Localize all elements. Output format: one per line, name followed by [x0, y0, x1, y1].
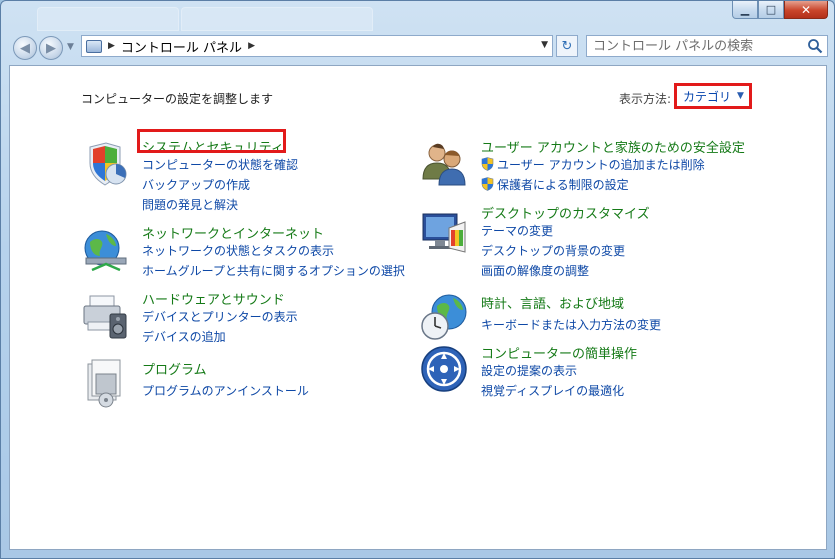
network-internet-icon[interactable] — [80, 226, 130, 276]
category-title-hardware-sound[interactable]: ハードウェアとサウンド — [142, 289, 285, 308]
background-tab — [181, 7, 373, 31]
hardware-sound-icon[interactable] — [80, 292, 130, 342]
ease-of-access-icon[interactable] — [419, 344, 469, 394]
dropdown-arrow-icon: ▼ — [737, 91, 744, 101]
forward-arrow-icon: ▶ — [46, 40, 56, 56]
control-panel-window: ▁ □ ✕ ◀ ▶ ▼ ▶ コントロール パネル ▶ ▼ ↻ コンピューターの設… — [0, 0, 835, 559]
clock-region-icon[interactable] — [419, 292, 469, 342]
breadcrumb-separator-icon[interactable]: ▶ — [108, 41, 115, 51]
search-icon[interactable] — [807, 38, 823, 54]
link-optimize-visual-display[interactable]: 視覚ディスプレイの最適化 — [481, 382, 624, 399]
close-button[interactable]: ✕ — [784, 1, 828, 19]
view-by-value: カテゴリ — [683, 89, 732, 104]
user-accounts-icon[interactable] — [419, 139, 469, 189]
breadcrumb-control-panel[interactable]: コントロール パネル — [121, 37, 242, 56]
link-check-computer-status[interactable]: コンピューターの状態を確認 — [142, 156, 298, 173]
category-title-ease-of-access[interactable]: コンピューターの簡単操作 — [481, 343, 637, 362]
address-bar[interactable]: ▶ コントロール パネル ▶ ▼ — [81, 35, 553, 57]
system-security-icon[interactable] — [80, 139, 130, 189]
back-button[interactable]: ◀ — [13, 36, 37, 60]
uac-shield-icon — [481, 177, 494, 191]
minimize-icon: ▁ — [740, 3, 750, 16]
link-change-theme[interactable]: テーマの変更 — [481, 222, 553, 239]
page-subtitle: コンピューターの設定を調整します — [81, 92, 274, 106]
link-change-keyboard-input[interactable]: キーボードまたは入力方法の変更 — [481, 316, 661, 333]
control-panel-icon — [86, 39, 102, 53]
category-title-network-internet[interactable]: ネットワークとインターネット — [142, 223, 324, 242]
programs-icon[interactable] — [80, 358, 130, 408]
highlight-system-security — [137, 129, 286, 153]
link-homegroup-sharing-options[interactable]: ホームグループと共有に関するオプションの選択 — [142, 262, 405, 279]
view-by-dropdown[interactable]: カテゴリ ▼ — [674, 83, 752, 109]
link-find-fix-problems[interactable]: 問題の発見と解決 — [142, 196, 238, 213]
category-title-clock-region[interactable]: 時計、言語、および地域 — [481, 293, 624, 312]
link-suggested-settings[interactable]: 設定の提案の表示 — [481, 362, 577, 379]
back-arrow-icon: ◀ — [20, 40, 30, 56]
maximize-icon: □ — [765, 3, 777, 16]
link-create-backup[interactable]: バックアップの作成 — [142, 176, 250, 193]
maximize-button[interactable]: □ — [758, 1, 784, 19]
close-icon: ✕ — [800, 2, 812, 17]
link-network-status-tasks[interactable]: ネットワークの状態とタスクの表示 — [142, 242, 334, 259]
appearance-icon[interactable] — [419, 208, 469, 258]
forward-button[interactable]: ▶ — [39, 36, 63, 60]
link-uninstall-program[interactable]: プログラムのアンインストール — [142, 382, 309, 399]
refresh-button[interactable]: ↻ — [556, 35, 578, 57]
recent-pages-dropdown-icon[interactable]: ▼ — [67, 42, 74, 52]
search-input[interactable] — [586, 35, 828, 57]
link-parental-controls[interactable]: 保護者による制限の設定 — [481, 176, 629, 193]
refresh-icon: ↻ — [561, 38, 573, 54]
link-add-remove-user-accounts[interactable]: ユーザー アカウントの追加または削除 — [481, 156, 705, 173]
category-title-appearance[interactable]: デスクトップのカスタマイズ — [481, 203, 650, 222]
content-panel: コンピューターの設定を調整します 表示方法: カテゴリ ▼ システムとセキュリテ… — [9, 65, 827, 550]
link-add-device[interactable]: デバイスの追加 — [142, 328, 226, 345]
view-by-label: 表示方法: — [619, 92, 672, 106]
link-add-remove-user-accounts-label: ユーザー アカウントの追加または削除 — [497, 158, 705, 172]
link-adjust-screen-resolution[interactable]: 画面の解像度の調整 — [481, 262, 589, 279]
link-devices-printers[interactable]: デバイスとプリンターの表示 — [142, 308, 298, 325]
minimize-button[interactable]: ▁ — [732, 1, 758, 19]
category-title-programs[interactable]: プログラム — [142, 359, 207, 378]
caption-buttons: ▁ □ ✕ — [732, 1, 828, 19]
address-dropdown-icon[interactable]: ▼ — [541, 40, 548, 50]
background-tab — [37, 7, 179, 31]
link-parental-controls-label: 保護者による制限の設定 — [497, 178, 629, 192]
uac-shield-icon — [481, 157, 494, 171]
category-title-user-accounts[interactable]: ユーザー アカウントと家族のための安全設定 — [481, 137, 745, 156]
breadcrumb-separator-icon[interactable]: ▶ — [248, 41, 255, 51]
link-change-desktop-background[interactable]: デスクトップの背景の変更 — [481, 242, 625, 259]
